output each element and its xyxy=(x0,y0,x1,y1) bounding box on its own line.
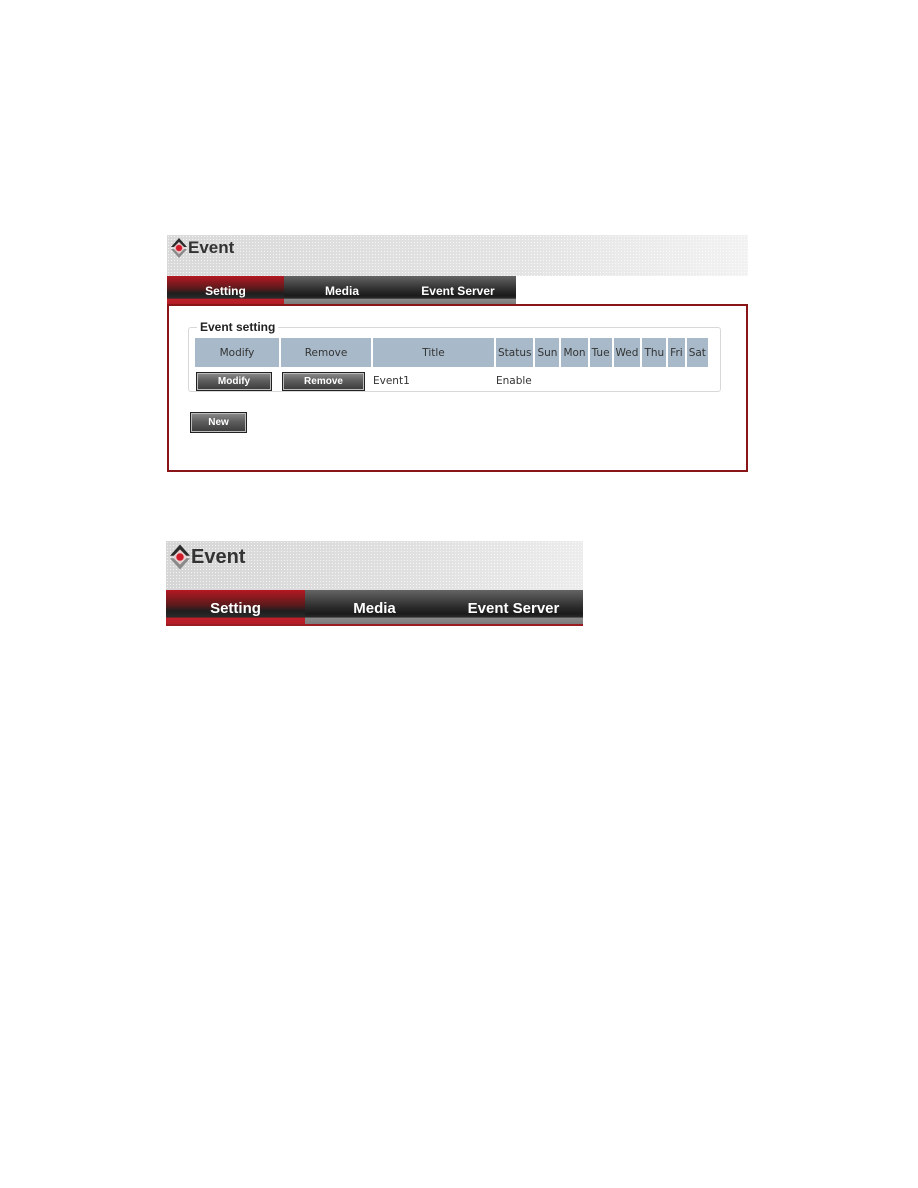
day-sun-cell xyxy=(535,367,559,395)
header-modify: Modify xyxy=(195,338,279,367)
event-header-zoomed: Event Setting Media Event Server xyxy=(166,541,583,626)
tab-event-server[interactable]: Event Server xyxy=(444,590,583,624)
event-panel: Event Setting Media Event Server Event s… xyxy=(167,235,748,472)
camera-eye-logo-icon xyxy=(170,544,190,570)
day-wed-cell xyxy=(614,367,641,395)
tab-bar: Setting Media Event Server xyxy=(167,276,748,304)
table-row: Modify Remove Event1 Enable xyxy=(195,367,708,395)
event-status-cell: Enable xyxy=(496,375,532,387)
page-title-zoomed: Event xyxy=(170,544,245,570)
title-bar: Event xyxy=(167,235,748,276)
event-title-cell: Event1 xyxy=(373,375,410,387)
tab-event-server[interactable]: Event Server xyxy=(400,276,516,304)
page-title-text: Event xyxy=(188,238,235,257)
page-title: Event xyxy=(171,238,234,258)
title-bar-zoomed: Event xyxy=(166,541,583,590)
header-tue: Tue xyxy=(589,338,612,367)
camera-eye-logo-icon xyxy=(171,238,187,258)
tab-media[interactable]: Media xyxy=(284,276,400,304)
tab-setting[interactable]: Setting xyxy=(167,276,284,304)
header-fri: Fri xyxy=(668,338,685,367)
modify-button[interactable]: Modify xyxy=(196,371,272,391)
tab-bar-zoomed: Setting Media Event Server xyxy=(166,590,583,626)
header-mon: Mon xyxy=(561,338,588,367)
new-event-button[interactable]: New xyxy=(190,412,247,433)
page-title-text: Event xyxy=(191,545,246,568)
content-area: Event setting Modify Remove Title Status… xyxy=(167,304,748,472)
header-sun: Sun xyxy=(535,338,560,367)
day-fri-cell xyxy=(668,367,685,395)
remove-button[interactable]: Remove xyxy=(282,371,365,391)
header-status: Status xyxy=(496,338,534,367)
event-setting-legend: Event setting xyxy=(200,320,276,334)
header-title: Title xyxy=(373,338,494,367)
header-wed: Wed xyxy=(613,338,641,367)
event-table: Modify Remove Title Status Sun Mon Tue W… xyxy=(193,338,710,395)
tab-setting[interactable]: Setting xyxy=(166,590,305,624)
day-thu-cell xyxy=(642,367,666,395)
tab-media[interactable]: Media xyxy=(305,590,444,624)
day-tue-cell xyxy=(590,367,612,395)
header-sat: Sat xyxy=(686,338,708,367)
day-mon-cell xyxy=(561,367,587,395)
header-remove: Remove xyxy=(281,338,371,367)
header-thu: Thu xyxy=(642,338,667,367)
day-sat-cell xyxy=(687,367,708,395)
table-header-row: Modify Remove Title Status Sun Mon Tue W… xyxy=(195,338,708,367)
